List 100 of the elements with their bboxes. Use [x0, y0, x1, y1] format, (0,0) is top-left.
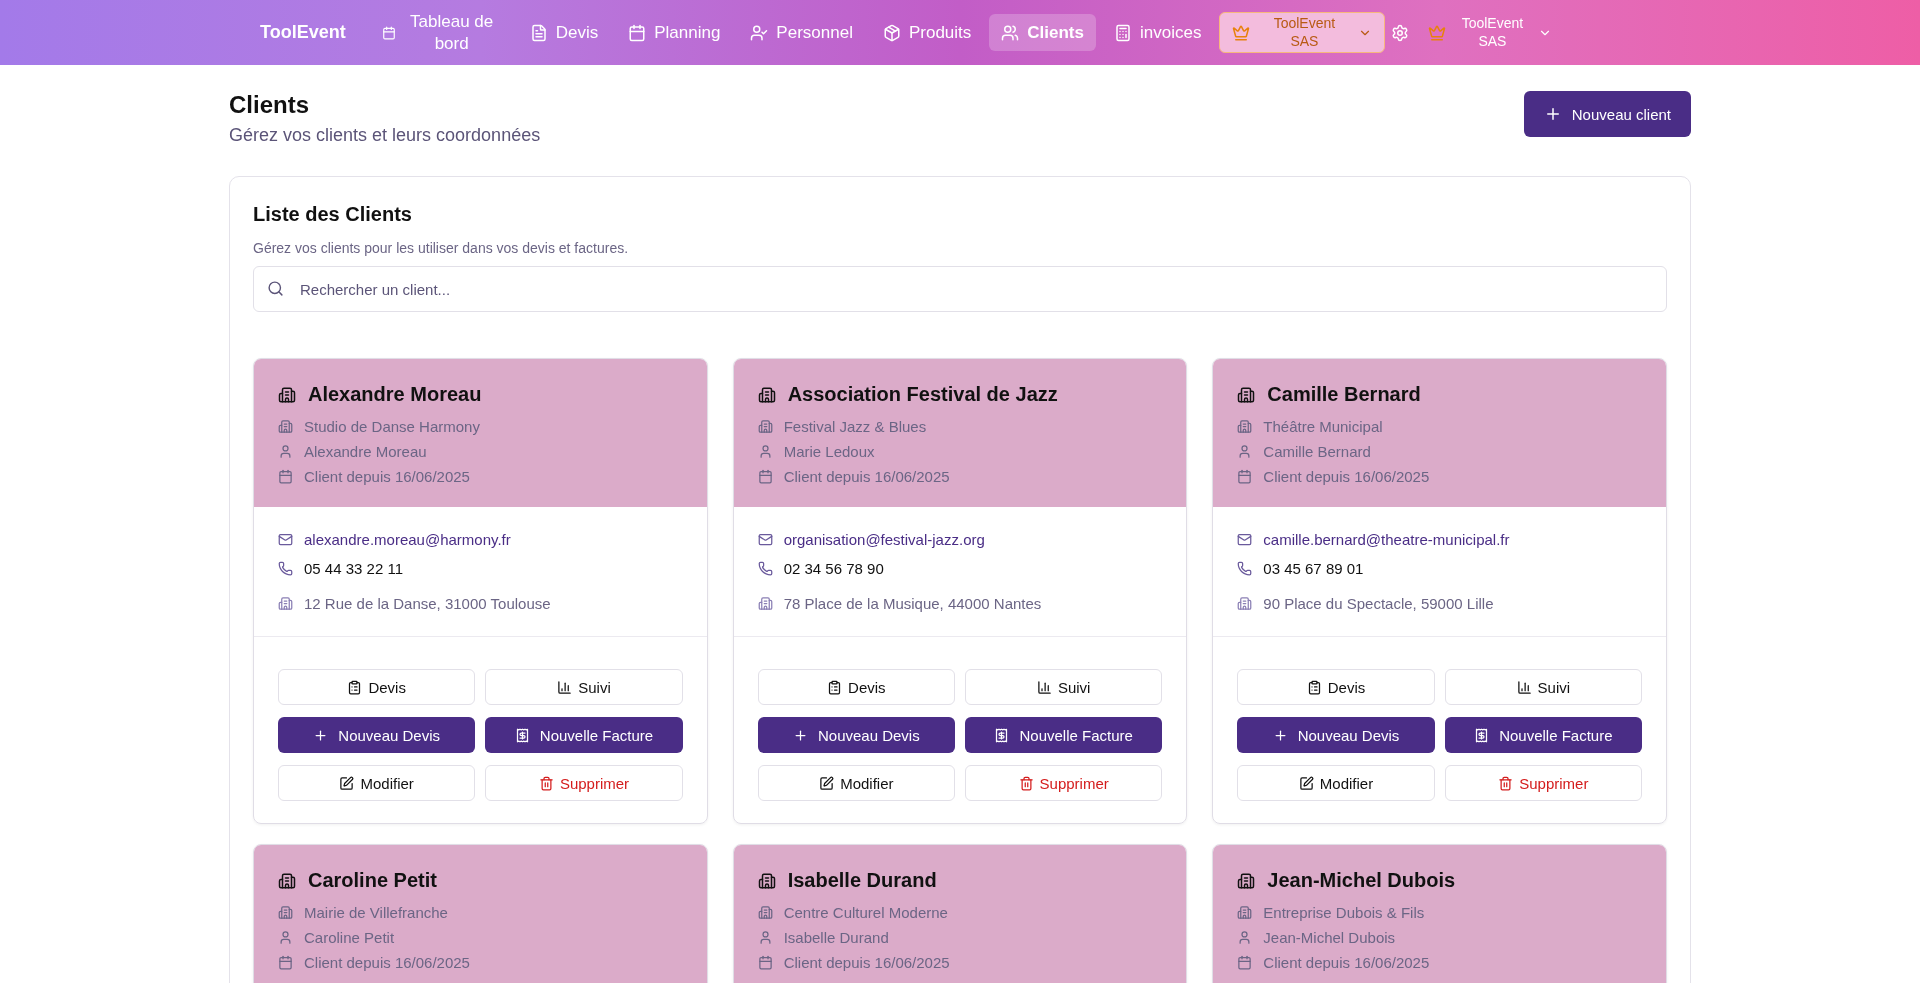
phone-number: 03 45 67 89 01	[1263, 560, 1364, 577]
box-icon	[882, 23, 901, 42]
client-name: Jean-Michel Dubois	[1267, 869, 1456, 892]
calculator-icon	[1114, 23, 1132, 42]
building-icon	[278, 385, 296, 404]
bar-chart-icon	[1036, 679, 1052, 695]
edit-button[interactable]: Modifier	[278, 765, 476, 801]
edit-icon	[819, 775, 835, 791]
new-quote-button[interactable]: Nouveau Devis	[278, 717, 476, 753]
contact-name: Caroline Petit	[304, 929, 395, 946]
trash-icon	[1498, 775, 1514, 791]
tracking-button[interactable]: Suivi	[965, 669, 1163, 705]
receipt-icon	[514, 727, 530, 743]
contact-name: Isabelle Durand	[783, 929, 889, 946]
crown-icon	[1232, 23, 1251, 42]
building-icon	[1237, 419, 1253, 434]
building-icon	[757, 419, 773, 434]
calendar-icon	[1237, 469, 1253, 484]
calendar-icon	[1237, 955, 1253, 970]
phone-number: 02 34 56 78 90	[783, 560, 884, 577]
user-icon	[278, 444, 293, 459]
email-link[interactable]: camille.bernard@theatre-municipal.fr	[1263, 531, 1510, 548]
company-name: Studio de Danse Harmony	[304, 418, 480, 435]
email-link[interactable]: organisation@festival-jazz.org	[783, 531, 985, 548]
quotes-button[interactable]: Devis	[1237, 669, 1435, 705]
calendar-icon	[628, 23, 647, 42]
client-since: Client depuis 16/06/2025	[304, 468, 470, 485]
bar-chart-icon	[557, 679, 573, 695]
mail-icon	[1237, 532, 1253, 547]
receipt-icon	[994, 727, 1010, 743]
tracking-button[interactable]: Suivi	[1444, 669, 1642, 705]
building-icon	[1237, 596, 1253, 611]
address: 12 Rue de la Danse, 31000 Toulouse	[304, 595, 551, 612]
calendar-icon	[278, 469, 293, 484]
new-invoice-button[interactable]: Nouvelle Facture	[1444, 717, 1642, 753]
user-icon	[757, 930, 773, 945]
client-since: Client depuis 16/06/2025	[1263, 954, 1430, 971]
new-quote-button[interactable]: Nouveau Devis	[757, 717, 955, 753]
phone-number: 05 44 33 22 11	[304, 560, 403, 577]
company-name: Mairie de Villefranche	[304, 904, 448, 921]
client-since: Client depuis 16/06/2025	[304, 954, 470, 971]
trash-icon	[1018, 775, 1034, 791]
panel-title: Liste des Clients	[253, 203, 413, 226]
phone-icon	[278, 561, 293, 576]
plus-icon	[792, 727, 808, 743]
client-name: Caroline Petit	[308, 869, 437, 892]
clipboard-icon	[1306, 679, 1322, 695]
settings-icon[interactable]	[1391, 23, 1410, 42]
bar-chart-icon	[1516, 679, 1532, 695]
email-link[interactable]: alexandre.moreau@harmony.fr	[304, 531, 511, 548]
edit-button[interactable]: Modifier	[1237, 765, 1435, 801]
new-quote-button[interactable]: Nouveau Devis	[1237, 717, 1435, 753]
document-icon	[529, 23, 548, 42]
edit-icon	[1298, 775, 1314, 791]
page-title: Clients	[229, 91, 310, 119]
building-icon	[757, 905, 773, 920]
client-name: Association Festival de Jazz	[787, 383, 1058, 406]
search-field[interactable]: Rechercher un client...	[253, 266, 1667, 312]
phone-icon	[1237, 561, 1253, 576]
building-icon	[757, 385, 776, 404]
building-icon	[1237, 905, 1253, 920]
building-icon	[278, 419, 293, 434]
plus-icon	[313, 727, 329, 743]
address: 90 Place du Spectacle, 59000 Lille	[1263, 595, 1494, 612]
building-icon	[1237, 871, 1256, 890]
receipt-icon	[1474, 727, 1490, 743]
nav-item[interactable]: Produits	[870, 13, 984, 52]
delete-button[interactable]: Supprimer	[485, 765, 683, 801]
calendar-icon	[757, 955, 773, 970]
building-icon	[757, 871, 776, 890]
building-icon	[757, 596, 773, 611]
delete-button[interactable]: Supprimer	[965, 765, 1163, 801]
tracking-button[interactable]: Suivi	[485, 669, 683, 705]
new-invoice-button[interactable]: Nouvelle Facture	[965, 717, 1163, 753]
user-icon	[757, 444, 773, 459]
building-icon	[278, 905, 293, 920]
client-name: Camille Bernard	[1267, 383, 1421, 406]
new-client-button[interactable]: Nouveau client	[1523, 91, 1691, 137]
panel-description: Gérez vos clients pour les utiliser dans vos devis et factures.	[253, 240, 630, 256]
user-icon	[1237, 930, 1253, 945]
calendar-icon	[757, 469, 773, 484]
user-icon	[278, 930, 293, 945]
clipboard-icon	[347, 679, 363, 695]
client-name: Isabelle Durand	[787, 869, 937, 892]
crown-icon	[1428, 23, 1447, 42]
company-name: Entreprise Dubois & Fils	[1263, 904, 1425, 921]
edit-button[interactable]: Modifier	[757, 765, 955, 801]
users-icon	[1001, 23, 1020, 42]
new-invoice-button[interactable]: Nouvelle Facture	[485, 717, 683, 753]
building-icon	[278, 596, 293, 611]
building-icon	[278, 871, 296, 890]
quotes-button[interactable]: Devis	[757, 669, 955, 705]
nav-item[interactable]: Personnel	[738, 13, 865, 52]
calendar-icon	[278, 955, 293, 970]
contact-name: Jean-Michel Dubois	[1263, 929, 1396, 946]
company-name: Théâtre Municipal	[1263, 418, 1383, 435]
quotes-button[interactable]: Devis	[278, 669, 476, 705]
company-name: Centre Culturel Moderne	[783, 904, 948, 921]
search-icon	[267, 280, 284, 297]
delete-button[interactable]: Supprimer	[1444, 765, 1642, 801]
